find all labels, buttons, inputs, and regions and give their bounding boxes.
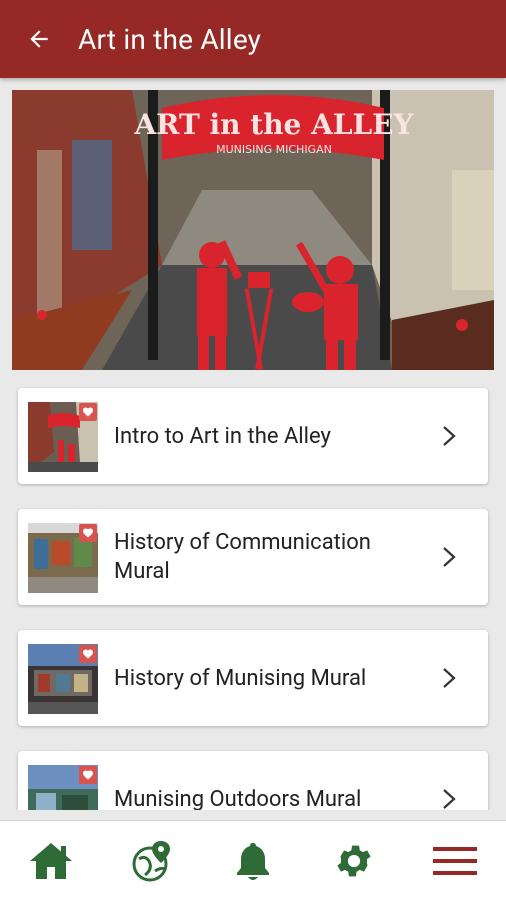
list-item[interactable]: Intro to Art in the Alley — [18, 388, 488, 484]
nav-settings-button[interactable] — [314, 821, 394, 901]
page-title: Art in the Alley — [78, 22, 262, 56]
hero-sign-title: ART in the ALLEY — [133, 108, 414, 141]
menu-icon — [433, 847, 478, 875]
nav-notifications-button[interactable] — [213, 821, 293, 901]
globe-pin-icon — [132, 841, 170, 882]
list-item-label: Intro to Art in the Alley — [114, 423, 331, 449]
home-icon — [29, 843, 72, 879]
gear-icon — [337, 845, 371, 877]
arrow-left-icon — [30, 30, 48, 48]
chevron-right-icon — [443, 668, 456, 688]
chevron-right-icon — [443, 789, 456, 809]
app-bar: Art in the Alley — [0, 0, 506, 78]
back-button[interactable] — [0, 0, 78, 78]
chevron-right-icon — [443, 547, 456, 567]
tour-list: Intro to Art in the Alley History of Com… — [0, 384, 506, 810]
favorite-heart-icon[interactable] — [79, 766, 97, 784]
thumbnail-image — [28, 644, 98, 714]
favorite-heart-icon[interactable] — [79, 403, 97, 421]
list-item-label: History of Communication Mural — [114, 530, 371, 584]
thumbnail-image — [28, 402, 98, 472]
chevron-right-icon — [443, 426, 456, 446]
bottom-navigation — [0, 820, 506, 901]
hero-sign-subtitle: MUNISING MICHIGAN — [216, 143, 332, 156]
nav-home-button[interactable] — [11, 821, 91, 901]
hero-image: ART in the ALLEY MUNISING MICHIGAN — [12, 90, 494, 370]
nav-menu-button[interactable] — [415, 821, 495, 901]
nav-map-button[interactable] — [112, 821, 192, 901]
favorite-heart-icon[interactable] — [79, 645, 97, 663]
list-item-label: Munising Outdoors Mural — [114, 786, 362, 811]
thumbnail-image — [28, 523, 98, 593]
list-item-label: History of Munising Mural — [114, 665, 367, 691]
list-item[interactable]: Munising Outdoors Mural — [18, 751, 488, 810]
favorite-heart-icon[interactable] — [79, 524, 97, 542]
bell-icon — [236, 843, 269, 880]
thumbnail-image — [28, 765, 98, 810]
list-item[interactable]: History of Communication Mural — [18, 509, 488, 605]
list-item[interactable]: History of Munising Mural — [18, 630, 488, 726]
